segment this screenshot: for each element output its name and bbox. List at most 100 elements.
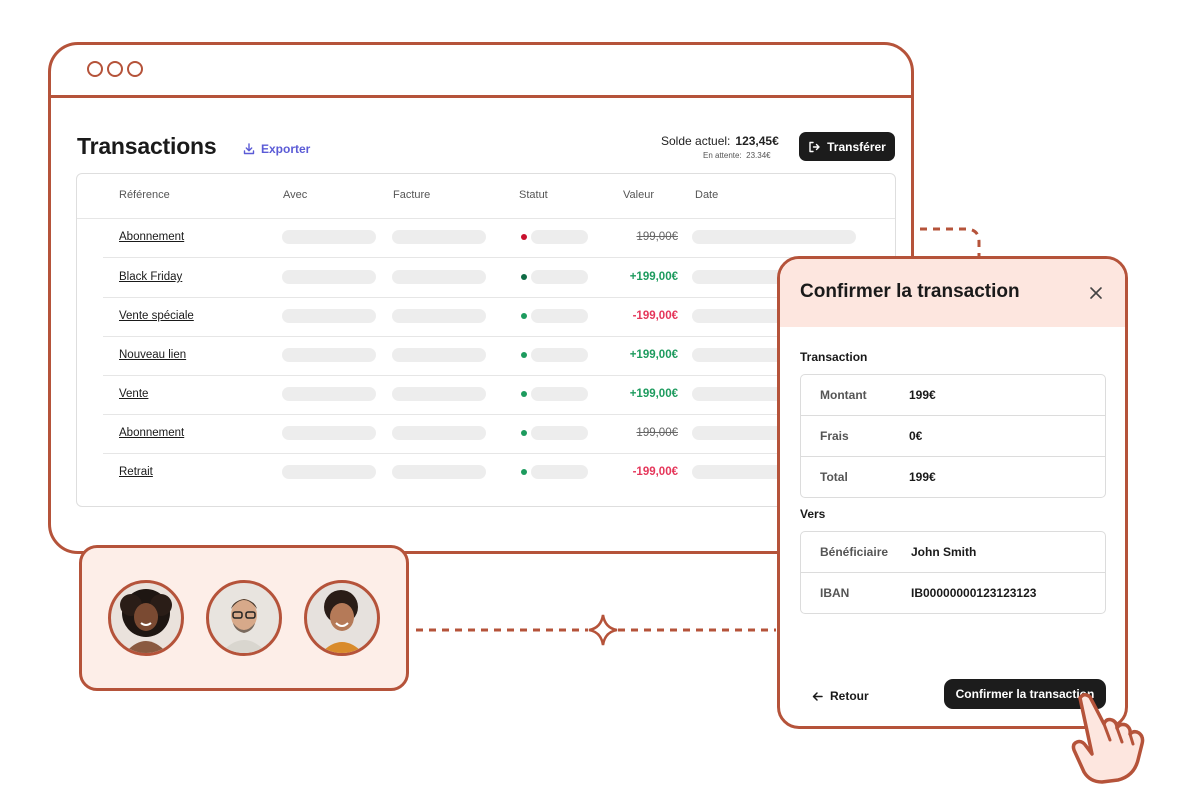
transfer-label: Transférer: [827, 139, 886, 154]
detail-key: Frais: [820, 429, 849, 443]
close-icon[interactable]: [1088, 285, 1104, 301]
facture-placeholder: [392, 426, 486, 440]
detail-key: IBAN: [820, 586, 850, 600]
pending-value: 23.34€: [746, 151, 771, 160]
back-button[interactable]: Retour: [812, 689, 869, 703]
facture-placeholder: [392, 270, 486, 284]
transfer-button[interactable]: Transférer: [799, 132, 895, 161]
column-header-statut[interactable]: Statut: [519, 189, 548, 201]
reference-link[interactable]: Vente: [119, 388, 148, 400]
person-photo: [321, 590, 363, 653]
modal-title: Confirmer la transaction: [800, 281, 1020, 302]
person-photo: [221, 599, 267, 653]
detail-value: 0€: [909, 429, 923, 443]
detail-value: 199€: [909, 388, 936, 402]
detail-key: Total: [820, 470, 848, 484]
pending-balance: En attente: 23.34€: [703, 151, 771, 160]
status-placeholder: [531, 230, 588, 244]
confirm-transaction-modal: Confirmer la transaction Transaction Mon…: [777, 256, 1128, 729]
value-cell: -199,00€: [632, 310, 678, 322]
detail-row: Frais 0€: [801, 416, 1105, 457]
hand-pointer-icon: [1071, 693, 1145, 784]
status-placeholder: [531, 426, 588, 440]
avec-placeholder: [282, 230, 376, 244]
balance-label: Solde actuel:: [661, 134, 731, 148]
person-photo: [120, 589, 172, 653]
column-header-valeur[interactable]: Valeur: [623, 189, 654, 201]
status-dot: [521, 313, 527, 319]
value-cell: +199,00€: [629, 388, 678, 400]
avec-placeholder: [282, 348, 376, 362]
transactions-table: Référence Avec Facture Statut Valeur Dat…: [76, 173, 896, 507]
facture-placeholder: [392, 348, 486, 362]
avatar[interactable]: [108, 580, 184, 656]
status-dot: [521, 469, 527, 475]
status-placeholder: [531, 465, 588, 479]
facture-placeholder: [392, 309, 486, 323]
balance-value: 123,45€: [735, 134, 779, 148]
status-dot: [521, 352, 527, 358]
reference-link[interactable]: Abonnement: [119, 427, 184, 439]
facture-placeholder: [392, 230, 486, 244]
avec-placeholder: [282, 426, 376, 440]
value-cell: 199,00€: [636, 427, 678, 439]
column-header-avec[interactable]: Avec: [283, 189, 307, 201]
detail-key: Bénéficiaire: [820, 545, 889, 559]
status-placeholder: [531, 348, 588, 362]
detail-value: IB00000000123123123: [911, 586, 1037, 600]
column-header-reference[interactable]: Référence: [119, 189, 170, 201]
recipient-details: Bénéficiaire John Smith IBAN IB000000001…: [800, 531, 1106, 614]
detail-row: Montant 199€: [801, 375, 1105, 416]
recipient-section-label: Vers: [800, 507, 826, 521]
reference-link[interactable]: Retrait: [119, 466, 153, 478]
export-button[interactable]: Exporter: [243, 142, 310, 156]
reference-link[interactable]: Nouveau lien: [119, 349, 186, 361]
sparkle-icon: [588, 614, 618, 646]
table-row[interactable]: Abonnement 199,00€: [103, 218, 895, 258]
date-placeholder: [692, 230, 856, 244]
back-label: Retour: [830, 689, 869, 703]
value-cell: +199,00€: [629, 271, 678, 283]
status-dot: [521, 391, 527, 397]
column-header-date[interactable]: Date: [695, 189, 718, 201]
detail-value: 199€: [909, 470, 936, 484]
avec-placeholder: [282, 465, 376, 479]
transaction-details: Montant 199€ Frais 0€ Total 199€: [800, 374, 1106, 498]
arrow-left-icon: [812, 691, 823, 701]
reference-link[interactable]: Black Friday: [119, 271, 182, 283]
page-title: Transactions: [77, 133, 217, 159]
window-dot-maximize[interactable]: [127, 61, 143, 77]
balance: Solde actuel: 123,45€: [661, 134, 779, 148]
detail-row: IBAN IB00000000123123123: [801, 573, 1105, 613]
download-icon: [243, 143, 255, 155]
detail-row: Bénéficiaire John Smith: [801, 532, 1105, 573]
column-header-facture[interactable]: Facture: [393, 189, 430, 201]
status-dot: [521, 234, 527, 240]
team-avatars-card: [79, 545, 409, 691]
logout-arrow-icon: [809, 141, 820, 152]
pending-label: En attente:: [703, 151, 742, 160]
status-dot: [521, 274, 527, 280]
reference-link[interactable]: Abonnement: [119, 231, 184, 243]
value-cell: -199,00€: [632, 466, 678, 478]
facture-placeholder: [392, 387, 486, 401]
status-placeholder: [531, 270, 588, 284]
value-cell: +199,00€: [629, 349, 678, 361]
avatar[interactable]: [304, 580, 380, 656]
avec-placeholder: [282, 387, 376, 401]
value-cell: 199,00€: [636, 231, 678, 243]
export-label: Exporter: [261, 142, 311, 156]
transaction-section-label: Transaction: [800, 350, 868, 364]
window-dot-minimize[interactable]: [107, 61, 123, 77]
avec-placeholder: [282, 309, 376, 323]
detail-value: John Smith: [911, 545, 977, 559]
status-placeholder: [531, 387, 588, 401]
window-dot-close[interactable]: [87, 61, 103, 77]
status-dot: [521, 430, 527, 436]
facture-placeholder: [392, 465, 486, 479]
detail-row: Total 199€: [801, 457, 1105, 497]
modal-header: Confirmer la transaction: [780, 259, 1125, 327]
browser-title-bar: [51, 45, 911, 98]
reference-link[interactable]: Vente spéciale: [119, 310, 194, 322]
avatar[interactable]: [206, 580, 282, 656]
